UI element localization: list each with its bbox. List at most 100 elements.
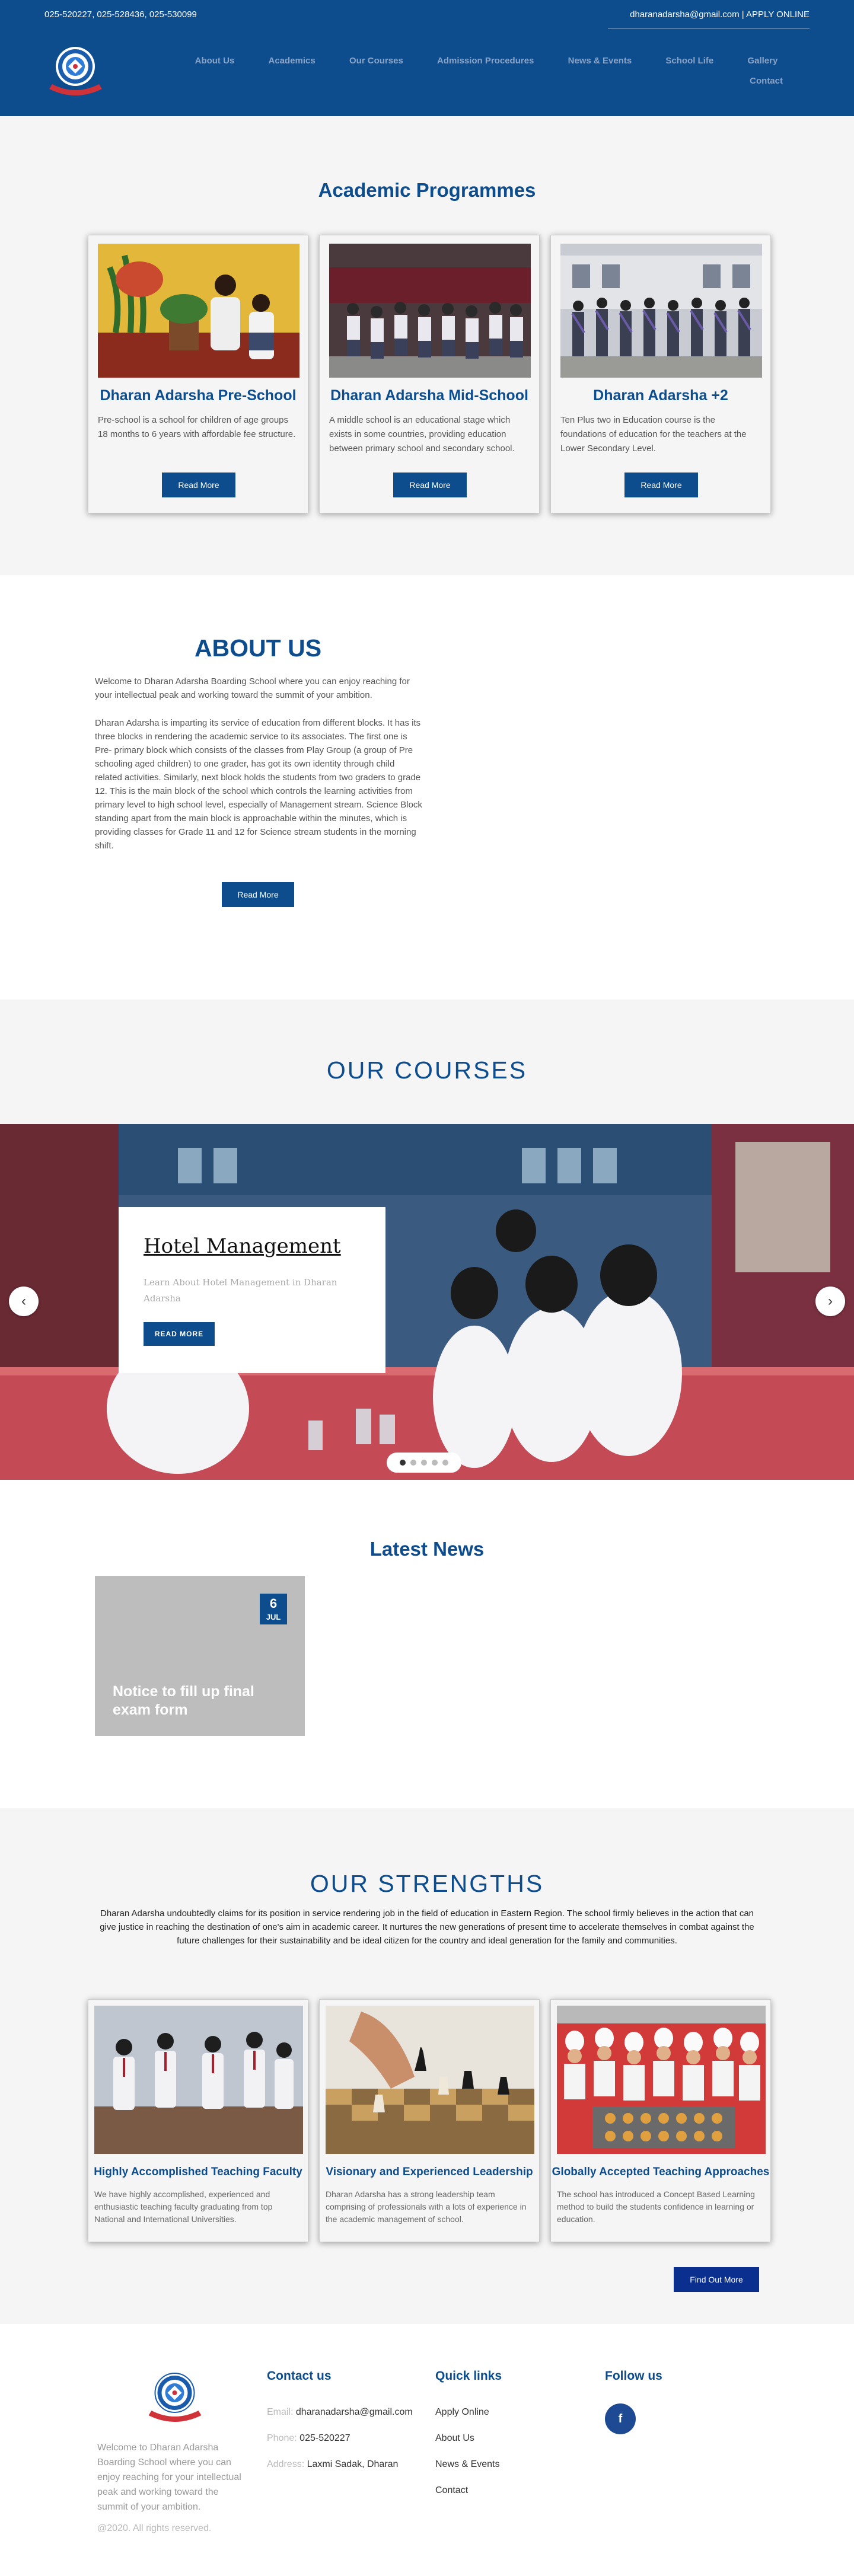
strength-description: We have highly accomplished, experienced…: [94, 2189, 273, 2224]
news-title: Latest News: [369, 1538, 485, 1560]
top-bar: 025-520227, 025-528436, 025-530099 dhara…: [0, 0, 854, 28]
quick-link-contact[interactable]: Contact: [435, 2485, 502, 2500]
latest-news-section: Latest News 6 JUL Notice to fill up fina…: [0, 1480, 854, 1808]
program-card-plus-two: Dharan Adarsha +2 Ten Plus two in Educat…: [550, 235, 771, 513]
strength-card-faculty: Highly Accomplished Teaching Faculty We …: [88, 1999, 308, 2242]
about-intro: Welcome to Dharan Adarsha Boarding Schoo…: [95, 676, 410, 700]
slider-next-button[interactable]: ›: [815, 1287, 845, 1316]
slide-description: Learn About Hotel Management in Dharan A…: [144, 1277, 337, 1304]
program-title: Dharan Adarsha Pre-School: [100, 387, 297, 404]
about-read-more-button[interactable]: Read More: [222, 882, 294, 907]
facebook-glyph: f: [618, 2412, 623, 2425]
footer-phone-row: Phone: 025-520227: [267, 2433, 413, 2447]
find-out-more-button[interactable]: Find Out More: [674, 2267, 759, 2292]
plus-two-photo: [560, 244, 762, 378]
strength-title: Globally Accepted Teaching Approaches: [552, 2166, 770, 2178]
nav-gallery[interactable]: Gallery: [743, 56, 782, 66]
slider-pagination: [387, 1453, 461, 1473]
chevron-right-icon: ›: [828, 1293, 833, 1309]
about-section: ABOUT US Welcome to Dharan Adarsha Board…: [0, 575, 854, 1000]
site-footer: Welcome to Dharan Adarsha Boarding Schoo…: [0, 2324, 854, 2576]
footer-phone[interactable]: 025-520227: [299, 2433, 350, 2443]
footer-copyright: @2020. All rights reserved.: [97, 2523, 212, 2533]
main-nav: About Us Academics Our Courses Admission…: [178, 56, 795, 86]
program-description: Ten Plus two in Education course is the …: [560, 415, 747, 454]
footer-about: Welcome to Dharan Adarsha Boarding Schoo…: [97, 2443, 241, 2512]
footer-address-row: Address: Laxmi Sadak, Dharan: [267, 2459, 413, 2473]
chevron-left-icon: ‹: [21, 1293, 26, 1309]
about-body: Dharan Adarsha is imparting its service …: [95, 718, 422, 851]
approaches-photo: [557, 2006, 766, 2154]
news-headline[interactable]: Notice to fill up final exam form: [113, 1683, 267, 1719]
strength-title: Highly Accomplished Teaching Faculty: [94, 2166, 302, 2178]
about-title: ABOUT US: [194, 634, 322, 662]
strength-title: Visionary and Experienced Leadership: [326, 2166, 533, 2178]
slider-dot[interactable]: [432, 1460, 438, 1466]
email-label: Email:: [267, 2407, 294, 2417]
footer-contact-title: Contact us: [267, 2369, 332, 2383]
facebook-icon[interactable]: f: [605, 2403, 636, 2434]
program-description: Pre-school is a school for children of a…: [98, 415, 296, 439]
strength-card-approaches: Globally Accepted Teaching Approaches Th…: [550, 1999, 771, 2242]
slider-dot[interactable]: [400, 1460, 406, 1466]
nav-news-events[interactable]: News & Events: [563, 56, 637, 66]
strengths-section: OUR STRENGTHS Dharan Adarsha undoubtedly…: [0, 1808, 854, 2324]
nav-about-us[interactable]: About Us: [190, 56, 240, 66]
news-card[interactable]: 6 JUL Notice to fill up final exam form: [95, 1576, 305, 1736]
read-more-button[interactable]: Read More: [162, 473, 235, 497]
quick-link-apply-online[interactable]: Apply Online: [435, 2407, 502, 2421]
school-logo[interactable]: [44, 43, 107, 102]
news-day: 6: [269, 1596, 278, 1611]
news-date-badge: 6 JUL: [260, 1594, 287, 1624]
site-header: 025-520227, 025-528436, 025-530099 dhara…: [0, 0, 854, 116]
footer-contact: Contact us Email: dharanadarsha@gmail.co…: [267, 2369, 413, 2485]
program-title: Dharan Adarsha Mid-School: [330, 387, 528, 404]
courses-slider: Hotel Management Learn About Hotel Manag…: [0, 1124, 854, 1480]
strength-card-leadership: Visionary and Experienced Leadership Dha…: [319, 1999, 540, 2242]
read-more-button[interactable]: Read More: [624, 473, 698, 497]
phone-numbers: 025-520227, 025-528436, 025-530099: [44, 9, 197, 20]
nav-contact[interactable]: Contact: [750, 76, 783, 86]
slider-dot[interactable]: [421, 1460, 427, 1466]
footer-quick-links: Quick links Apply Online About Us News &…: [435, 2369, 502, 2511]
footer-email-row: Email: dharanadarsha@gmail.com: [267, 2407, 413, 2421]
address-label: Address:: [267, 2459, 305, 2469]
courses-section-header: OUR COURSES: [0, 1000, 854, 1124]
footer-quick-title: Quick links: [435, 2369, 502, 2383]
strengths-intro: Dharan Adarsha undoubtedly claims for it…: [100, 1908, 754, 1946]
course-slide-card: Hotel Management Learn About Hotel Manag…: [119, 1207, 385, 1373]
read-more-button[interactable]: Read More: [393, 473, 467, 497]
preschool-photo: [98, 244, 299, 378]
footer-follow: Follow us f: [605, 2369, 662, 2434]
footer-address: Laxmi Sadak, Dharan: [307, 2459, 399, 2469]
slide-title[interactable]: Hotel Management: [144, 1234, 341, 1258]
nav-academics[interactable]: Academics: [264, 56, 320, 66]
nav-school-life[interactable]: School Life: [661, 56, 718, 66]
email-apply-link[interactable]: dharanadarsha@gmail.com | APPLY ONLINE: [630, 9, 810, 20]
leadership-photo: [326, 2006, 534, 2154]
quick-link-news-events[interactable]: News & Events: [435, 2459, 502, 2473]
strengths-title: OUR STRENGTHS: [310, 1870, 544, 1897]
slider-prev-button[interactable]: ‹: [9, 1287, 39, 1316]
nav-admission-procedures[interactable]: Admission Procedures: [432, 56, 538, 66]
strength-description: Dharan Adarsha has a strong leadership t…: [326, 2189, 527, 2224]
midschool-photo: [329, 244, 531, 378]
slider-dot[interactable]: [442, 1460, 448, 1466]
strength-description: The school has introduced a Concept Base…: [557, 2189, 755, 2224]
program-card-midschool: Dharan Adarsha Mid-School A middle schoo…: [319, 235, 540, 513]
academic-title: Academic Programmes: [318, 179, 536, 201]
slide-read-more-button[interactable]: READ MORE: [144, 1322, 215, 1346]
nav-our-courses[interactable]: Our Courses: [345, 56, 408, 66]
footer-follow-title: Follow us: [605, 2369, 662, 2383]
quick-link-about-us[interactable]: About Us: [435, 2433, 502, 2447]
program-description: A middle school is an educational stage …: [329, 415, 515, 454]
academic-programmes-section: Academic Programmes Dharan Adarsha Pre-S…: [0, 116, 854, 575]
top-bar-divider: [608, 28, 810, 29]
slider-dot[interactable]: [410, 1460, 416, 1466]
phone-label: Phone:: [267, 2433, 297, 2443]
footer-email[interactable]: dharanadarsha@gmail.com: [296, 2407, 413, 2417]
program-title: Dharan Adarsha +2: [593, 387, 728, 404]
program-card-preschool: Dharan Adarsha Pre-School Pre-school is …: [88, 235, 308, 513]
news-month: JUL: [266, 1613, 281, 1621]
footer-logo[interactable]: [142, 2369, 208, 2428]
